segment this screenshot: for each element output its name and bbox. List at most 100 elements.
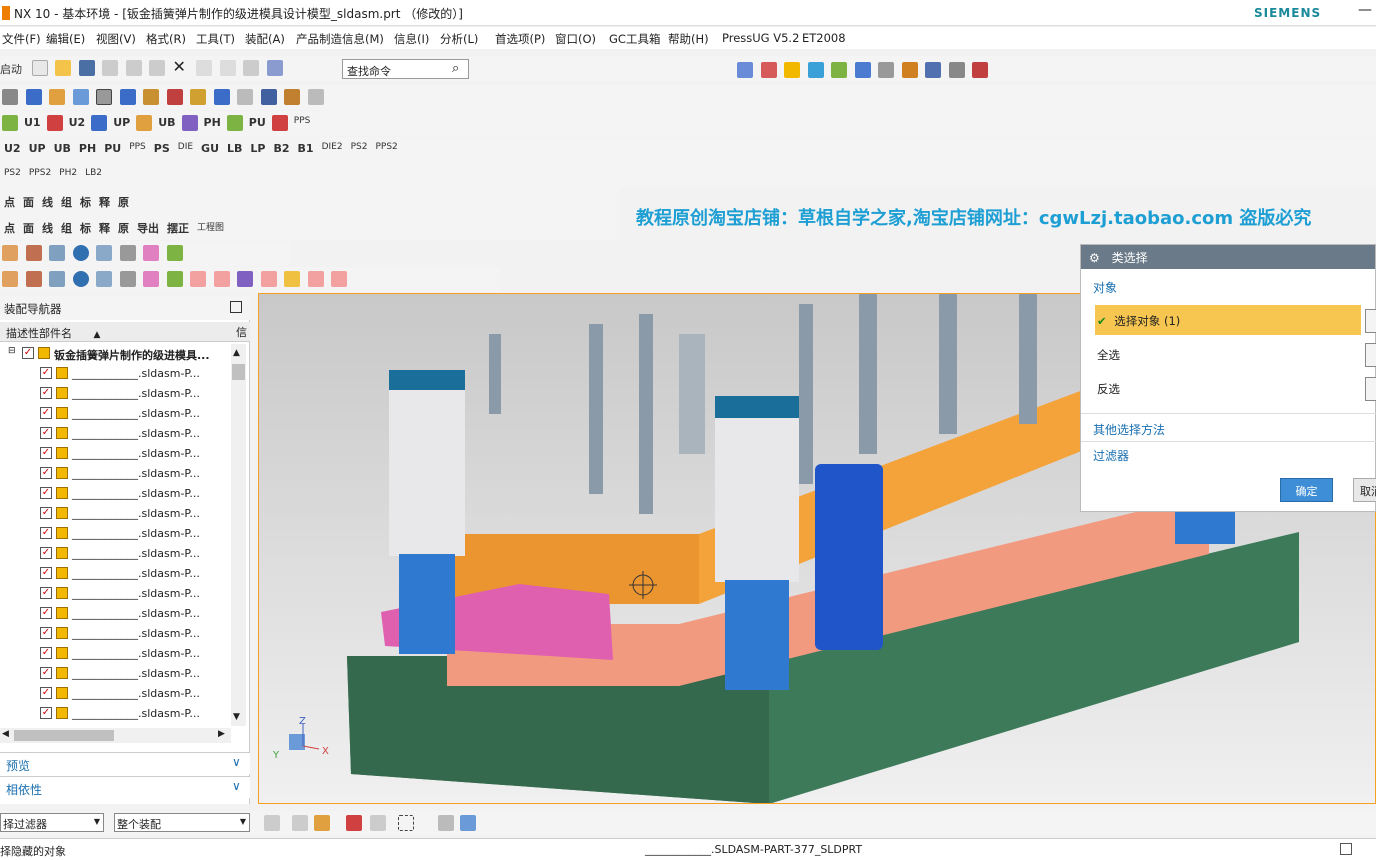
tool-button[interactable]: LB [227, 142, 242, 155]
search-icon[interactable]: ⌕ [452, 61, 459, 76]
trim-icon[interactable] [166, 89, 183, 105]
tree-row[interactable]: ✓ ____________.sldasm-P... [0, 544, 230, 564]
minimize-button[interactable]: — [1358, 2, 1372, 18]
checkbox[interactable]: ✓ [40, 507, 52, 519]
tree-row[interactable]: ✓ ____________.sldasm-P... [0, 684, 230, 704]
blend-icon[interactable] [119, 89, 136, 105]
chevron-down-icon[interactable]: ∨ [232, 755, 241, 769]
mirror-icon[interactable] [213, 89, 230, 105]
sphere-2-icon[interactable] [72, 271, 89, 287]
menu-item[interactable]: PressUG V5.2 [722, 31, 799, 45]
tool-button[interactable]: B2 [274, 142, 290, 155]
invert-icon[interactable] [1365, 377, 1376, 401]
tool-button[interactable]: 工程图 [197, 220, 224, 233]
store-icon[interactable] [307, 271, 324, 287]
revolve-icon[interactable] [49, 89, 65, 105]
tool-button[interactable]: 标 [80, 194, 91, 210]
panel-icon[interactable] [96, 245, 112, 261]
machining-icon[interactable] [2, 245, 18, 261]
scroll-up-icon[interactable]: ▲ [233, 348, 240, 358]
checkbox[interactable]: ✓ [40, 707, 52, 719]
render-icon[interactable] [760, 62, 777, 78]
tree-root-row[interactable]: ⊟ ✓ 钣金插簧弹片制作的级进模具... [0, 344, 230, 364]
menu-item[interactable]: ET2008 [802, 31, 846, 45]
material-icon[interactable] [901, 62, 918, 78]
redo-icon[interactable] [219, 60, 236, 76]
scroll-down-icon[interactable]: ▼ [233, 712, 240, 722]
tool-button[interactable]: 线 [42, 220, 53, 236]
midpoint-icon[interactable] [370, 815, 386, 831]
extrude-icon[interactable] [25, 89, 42, 105]
tool-button[interactable]: PH [79, 142, 96, 155]
checkbox[interactable]: ✓ [40, 407, 52, 419]
material-body-icon[interactable] [25, 245, 42, 261]
tool-icon[interactable] [271, 115, 288, 131]
offset-icon[interactable] [237, 89, 253, 105]
dependency-section[interactable]: 相依性 ∨ [0, 776, 250, 798]
chamfer-icon[interactable] [143, 89, 159, 105]
checkbox[interactable]: ✓ [40, 607, 52, 619]
cube-select-icon[interactable] [460, 815, 476, 831]
menu-item[interactable]: 装配(A) [245, 31, 285, 47]
machining-2-icon[interactable] [2, 271, 18, 287]
fullscreen-icon[interactable] [1340, 843, 1352, 855]
delete-icon[interactable]: ✕ [173, 59, 189, 76]
tool-button[interactable]: UB [158, 116, 175, 129]
panel-2-icon[interactable] [96, 271, 112, 287]
tool-button[interactable]: 面 [23, 194, 34, 210]
checkbox[interactable]: ✓ [40, 687, 52, 699]
tool-button[interactable]: 原 [118, 220, 129, 236]
scope-select[interactable]: 整个装配 ▼ [114, 813, 250, 832]
rectangle-select-icon[interactable] [398, 815, 414, 831]
tool-icon[interactable] [46, 115, 63, 131]
tree-row[interactable]: ✓ ____________.sldasm-P... [0, 664, 230, 684]
other-methods-section[interactable]: 其他选择方法 [1093, 421, 1165, 438]
tool-button[interactable]: 导出 [137, 220, 159, 236]
layer-icon[interactable] [831, 62, 847, 78]
tree-row[interactable]: ✓ ____________.sldasm-P... [0, 524, 230, 544]
tool-icon[interactable] [91, 115, 108, 131]
release-icon[interactable] [260, 271, 277, 287]
checkbox[interactable]: ✓ [40, 627, 52, 639]
tool-button[interactable]: DIE [178, 142, 193, 152]
scroll-right-icon[interactable]: ▶ [218, 729, 225, 739]
tool-button[interactable]: PS2 [351, 142, 368, 152]
menu-item[interactable]: 格式(R) [146, 31, 186, 47]
select-object-icon[interactable] [1365, 309, 1376, 333]
menu-item[interactable]: 分析(L) [440, 31, 478, 47]
menu-item[interactable]: 窗口(O) [555, 31, 596, 47]
preview-section[interactable]: 预览 ∨ [0, 752, 250, 774]
tool-button[interactable]: 释 [99, 220, 110, 236]
maximize-icon[interactable] [230, 301, 242, 313]
tool-button[interactable]: U2 [69, 116, 86, 129]
tool-button[interactable]: DIE2 [322, 142, 343, 152]
template-icon[interactable] [49, 245, 65, 261]
vertical-scrollbar[interactable]: ▲ ▼ [231, 344, 246, 726]
chevron-down-icon[interactable]: ∨ [232, 779, 241, 793]
tree-row[interactable]: ✓ ____________.sldasm-P... [0, 644, 230, 664]
checkbox[interactable]: ✓ [40, 447, 52, 459]
tree-row[interactable]: ✓ ____________.sldasm-P... [0, 604, 230, 624]
horizontal-scrollbar[interactable]: ◀ ▶ [0, 728, 231, 743]
tree-row[interactable]: ✓ ____________.sldasm-P... [0, 444, 230, 464]
checkbox[interactable]: ✓ [40, 667, 52, 679]
tool-button[interactable]: PPS [129, 142, 146, 152]
menu-item[interactable]: 产品制造信息(M) [296, 31, 384, 47]
tree-row[interactable]: ✓ ____________.sldasm-P... [0, 704, 230, 724]
tool-button[interactable]: PU [104, 142, 121, 155]
export-icon[interactable] [166, 245, 183, 261]
tree-row[interactable]: ✓ ____________.sldasm-P... [0, 504, 230, 524]
paste-icon[interactable] [149, 60, 165, 76]
tree-row[interactable]: ✓ ____________.sldasm-P... [0, 564, 230, 584]
sketch-icon[interactable] [2, 89, 18, 105]
annotation-icon[interactable] [925, 62, 941, 78]
tree-row[interactable]: ✓ ____________.sldasm-P... [0, 404, 230, 424]
tool-icon[interactable] [136, 115, 153, 131]
snap-point-icon[interactable] [314, 815, 330, 831]
tool-button[interactable]: 点 [4, 194, 15, 210]
tree-row[interactable]: ✓ ____________.sldasm-P... [0, 624, 230, 644]
tool-button[interactable]: 摆正 [167, 220, 189, 236]
measure-icon[interactable] [948, 62, 965, 78]
tool-button[interactable]: 线 [42, 194, 53, 210]
dimension-icon[interactable] [260, 89, 277, 105]
